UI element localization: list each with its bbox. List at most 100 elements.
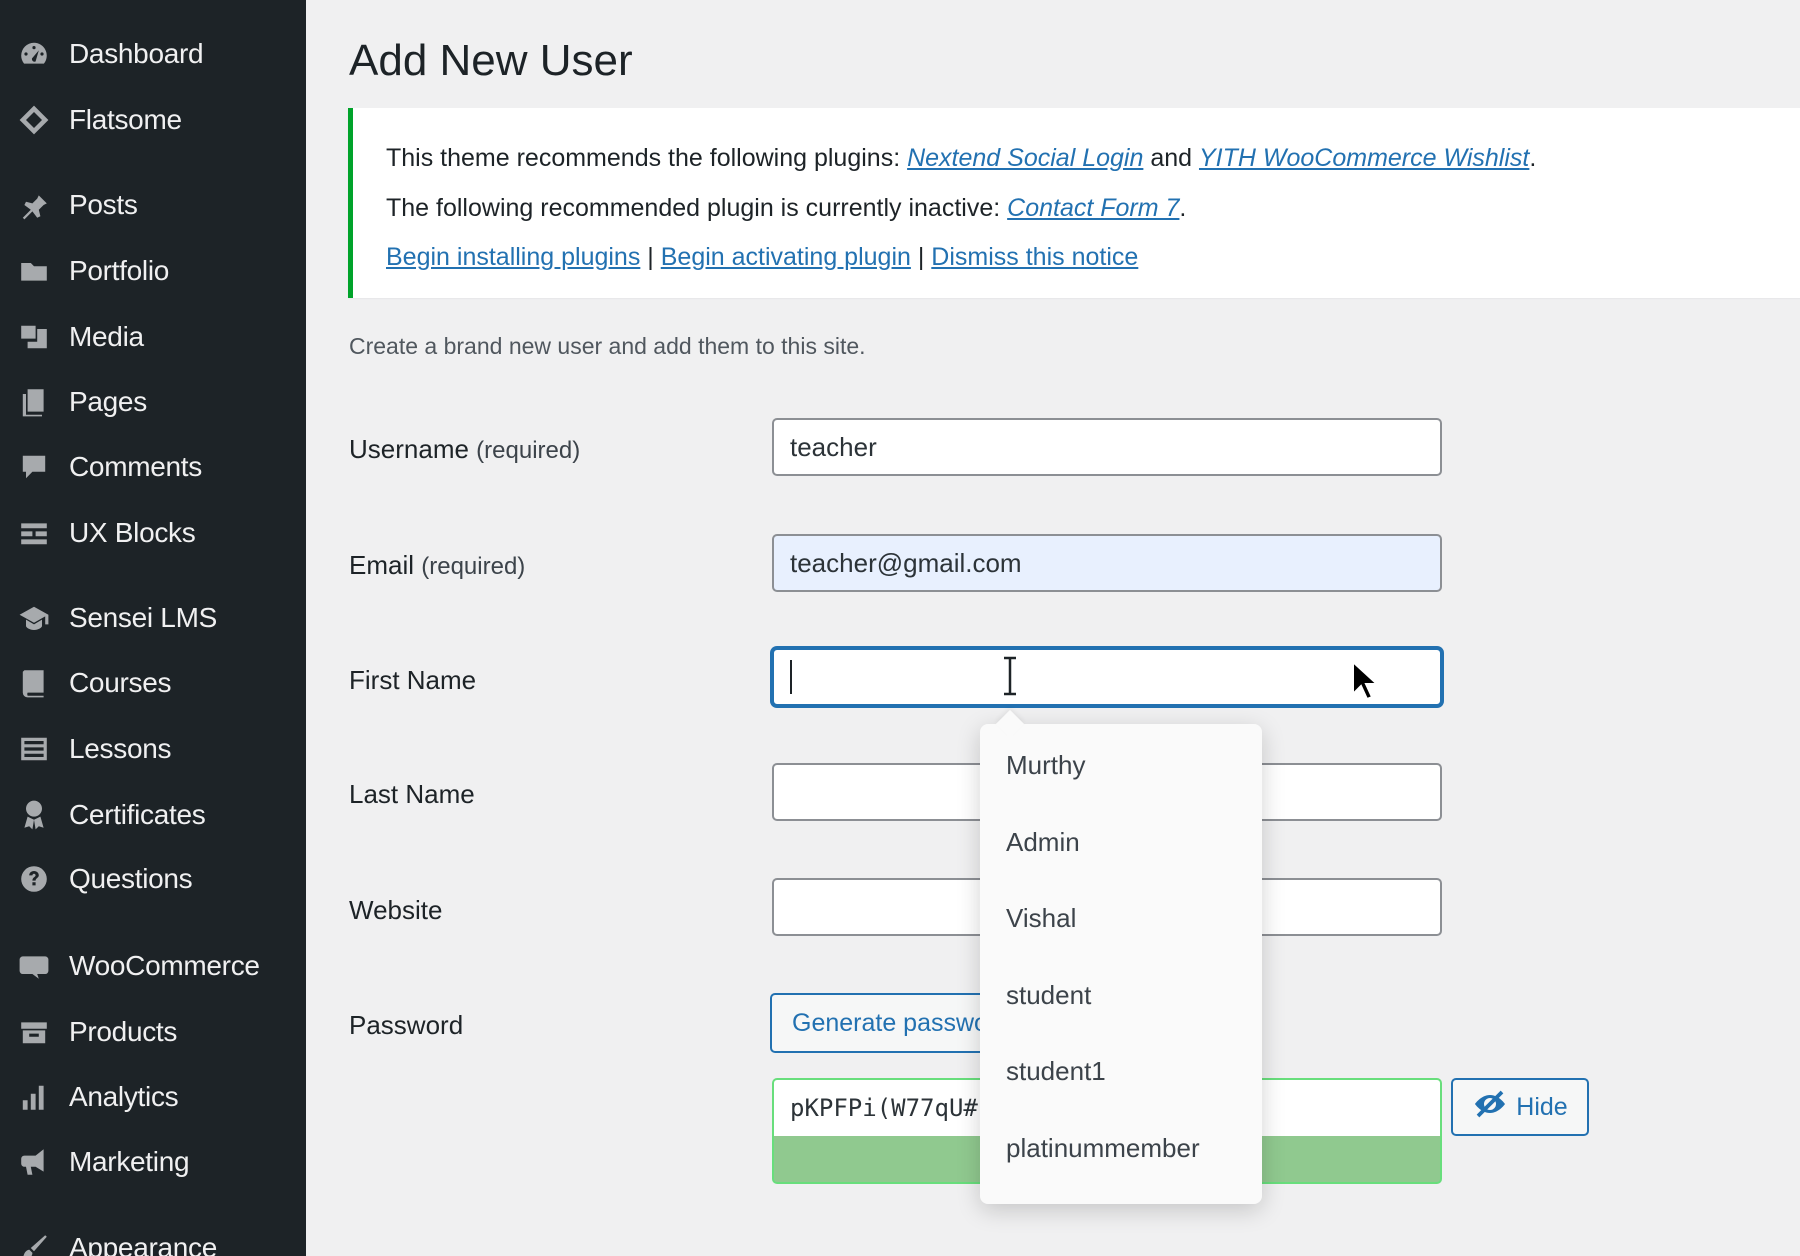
graduation-cap-icon	[16, 600, 52, 636]
megaphone-icon	[16, 1144, 52, 1180]
autocomplete-option[interactable]: Admin	[1006, 827, 1080, 858]
sidebar-item-media[interactable]: Media	[0, 313, 306, 361]
archive-icon	[16, 1014, 52, 1050]
autocomplete-option[interactable]: platinummember	[1006, 1133, 1200, 1164]
sidebar-item-portfolio[interactable]: Portfolio	[0, 247, 306, 295]
sidebar-item-label: Flatsome	[69, 104, 182, 135]
sidebar-item-label: Courses	[69, 667, 172, 698]
notice-text: and	[1143, 144, 1199, 172]
hide-password-button[interactable]: Hide	[1451, 1078, 1589, 1136]
media-icon	[16, 319, 52, 355]
sidebar-item-label: Products	[69, 1016, 178, 1047]
sidebar-item-woocommerce[interactable]: WooCommerce	[0, 942, 306, 990]
main-content: Add New User This theme recommends the f…	[306, 0, 1800, 1256]
woo-icon	[16, 948, 52, 984]
notice-actions: Begin installing plugins | Begin activat…	[386, 243, 1138, 272]
autocomplete-option[interactable]: Murthy	[1006, 750, 1085, 781]
autocomplete-option[interactable]: Vishal	[1006, 903, 1076, 934]
dismiss-notice-link[interactable]: Dismiss this notice	[931, 243, 1138, 271]
sidebar-item-comments[interactable]: Comments	[0, 443, 306, 491]
link-nextend-social-login[interactable]: Nextend Social Login	[907, 144, 1143, 172]
sidebar-item-label: Appearance	[69, 1232, 218, 1256]
sidebar-item-label: Portfolio	[69, 255, 170, 286]
sidebar-item-label: Dashboard	[69, 38, 204, 69]
separator: |	[640, 243, 661, 271]
link-contact-form-7[interactable]: Contact Form 7	[1007, 194, 1179, 222]
notice-text: .	[1529, 144, 1537, 172]
autocomplete-option[interactable]: student1	[1006, 1056, 1106, 1087]
sidebar-item-posts[interactable]: Posts	[0, 181, 306, 229]
text-cursor-icon	[1004, 656, 1016, 696]
sidebar-item-courses[interactable]: Courses	[0, 659, 306, 707]
first-name-label: First Name	[349, 665, 477, 695]
intro-text: Create a brand new user and add them to …	[349, 333, 866, 359]
separator: |	[910, 243, 932, 271]
sidebar-item-label: UX Blocks	[69, 517, 196, 548]
list-icon	[16, 731, 52, 767]
sidebar-item-flatsome[interactable]: Flatsome	[0, 96, 306, 144]
book-icon	[16, 665, 52, 701]
sidebar-item-label: Questions	[69, 863, 193, 894]
plugin-notice: This theme recommends the following plug…	[348, 108, 1800, 298]
hide-label: Hide	[1516, 1092, 1568, 1121]
sidebar-item-label: Certificates	[69, 799, 206, 830]
sidebar-item-pages[interactable]: Pages	[0, 378, 306, 426]
sidebar-item-marketing[interactable]: Marketing	[0, 1138, 306, 1186]
dashboard-icon	[16, 36, 52, 72]
award-icon	[16, 797, 52, 833]
last-name-label: Last Name	[349, 779, 475, 809]
sidebar-item-certificates[interactable]: Certificates	[0, 791, 306, 839]
blocks-icon	[16, 515, 52, 551]
password-value: pKPFPi(W77qU#	[790, 1094, 978, 1122]
sidebar-item-label: Marketing	[69, 1146, 190, 1177]
flatsome-icon	[16, 102, 52, 138]
notice-line-recommend: This theme recommends the following plug…	[386, 144, 1536, 173]
sidebar-item-label: Media	[69, 321, 144, 352]
sidebar-item-products[interactable]: Products	[0, 1008, 306, 1056]
folder-icon	[16, 253, 52, 289]
username-label: Username (required)	[349, 434, 580, 465]
notice-text: The following recommended plugin is curr…	[386, 194, 1008, 222]
sidebar-item-label: Comments	[69, 451, 202, 482]
first-name-field[interactable]	[772, 648, 1442, 706]
notice-line-inactive: The following recommended plugin is curr…	[386, 194, 1186, 223]
text-caret	[790, 660, 792, 694]
username-value: teacher	[790, 431, 877, 462]
sidebar-item-sensei-lms[interactable]: Sensei LMS	[0, 594, 306, 642]
email-field[interactable]: teacher@gmail.com	[772, 534, 1442, 592]
autocomplete-option[interactable]: student	[1006, 980, 1091, 1011]
sidebar-item-label: Lessons	[69, 733, 172, 764]
required-marker: (required)	[476, 437, 581, 464]
sidebar-item-label: Sensei LMS	[69, 602, 217, 633]
sidebar-item-appearance[interactable]: Appearance	[0, 1224, 306, 1256]
required-marker: (required)	[421, 553, 526, 580]
label-text: Username	[349, 434, 469, 464]
bar-chart-icon	[16, 1079, 52, 1115]
sidebar-item-label: Posts	[69, 189, 138, 220]
brush-icon	[16, 1230, 52, 1256]
sidebar-item-label: Pages	[69, 386, 147, 417]
pages-icon	[16, 384, 52, 420]
sidebar-item-dashboard[interactable]: Dashboard	[0, 30, 306, 78]
label-text: Email	[349, 550, 415, 580]
begin-installing-link[interactable]: Begin installing plugins	[386, 243, 640, 271]
notice-text: .	[1179, 194, 1187, 222]
email-value: teacher@gmail.com	[790, 547, 1022, 578]
page-title: Add New User	[349, 36, 633, 85]
help-icon	[16, 861, 52, 897]
admin-sidebar: Dashboard Flatsome Posts Portfolio Media…	[0, 0, 306, 1256]
sidebar-item-questions[interactable]: Questions	[0, 855, 306, 903]
sidebar-item-analytics[interactable]: Analytics	[0, 1073, 306, 1121]
pin-icon	[16, 187, 52, 223]
begin-activating-link[interactable]: Begin activating plugin	[661, 243, 911, 271]
mouse-pointer-icon	[1352, 660, 1380, 701]
sidebar-item-label: WooCommerce	[69, 950, 260, 981]
notice-text: This theme recommends the following plug…	[386, 144, 908, 172]
sidebar-item-lessons[interactable]: Lessons	[0, 725, 306, 773]
link-yith-wishlist[interactable]: YITH WooCommerce Wishlist	[1199, 144, 1529, 172]
username-field[interactable]: teacher	[772, 418, 1442, 476]
sidebar-item-ux-blocks[interactable]: UX Blocks	[0, 509, 306, 557]
website-label: Website	[349, 895, 443, 925]
sidebar-item-label: Analytics	[69, 1081, 179, 1112]
email-label: Email (required)	[349, 550, 525, 581]
